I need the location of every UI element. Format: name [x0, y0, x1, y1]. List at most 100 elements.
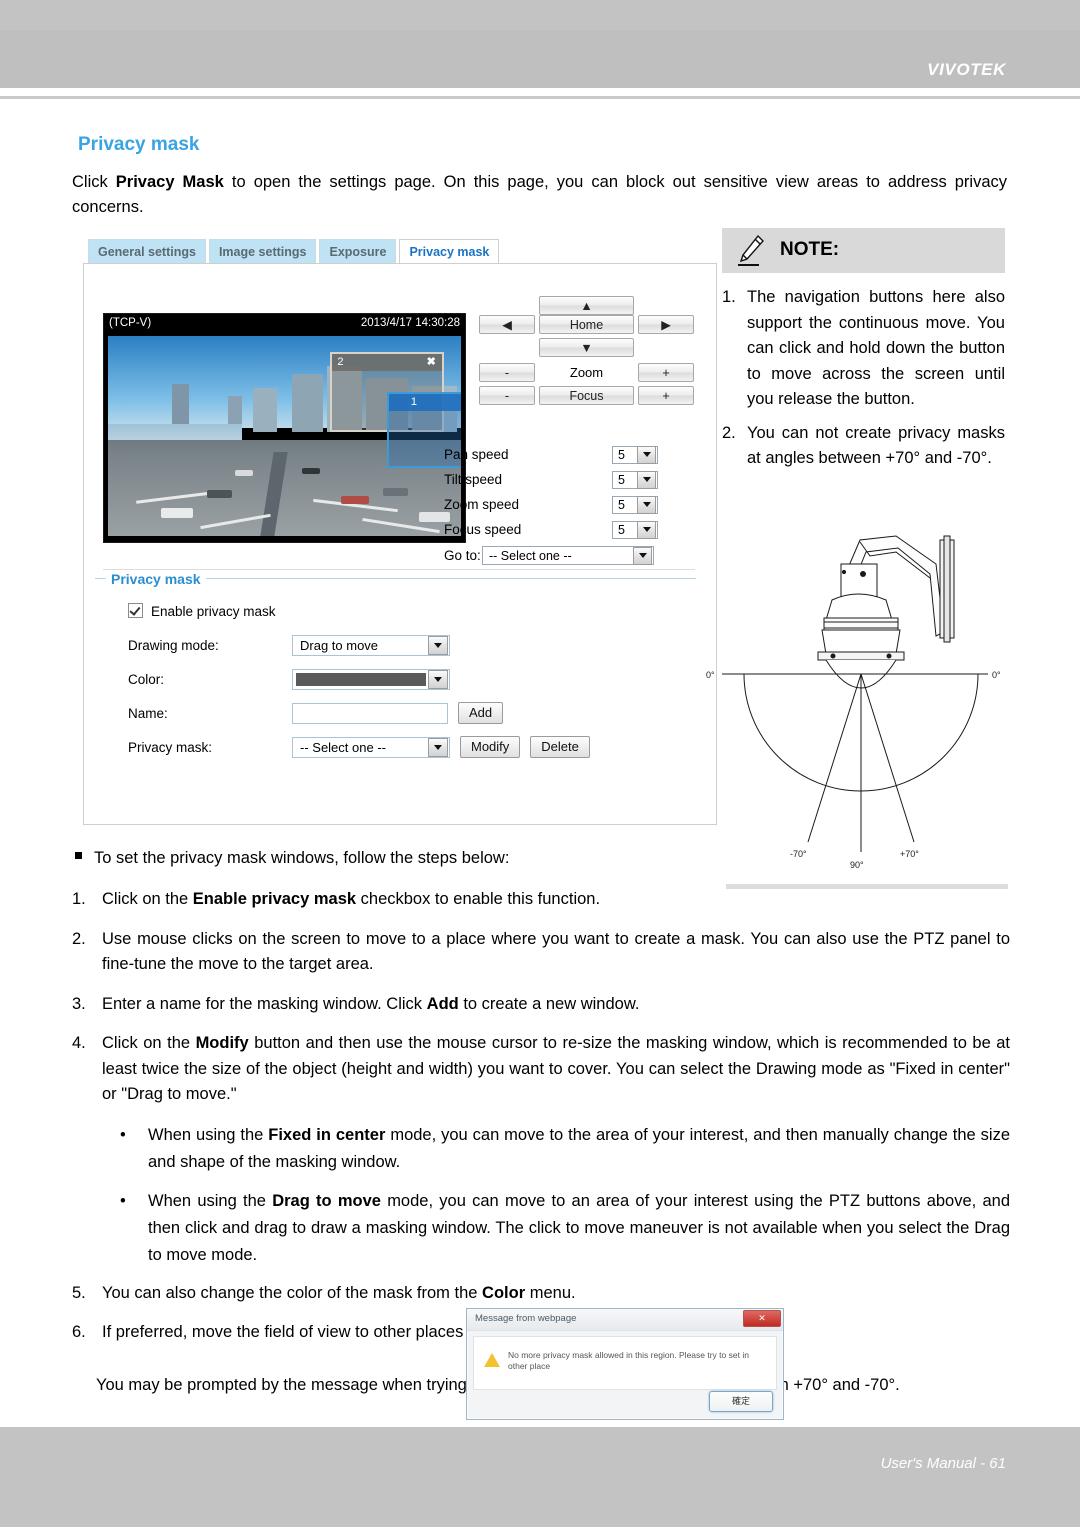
scene-car	[160, 508, 193, 518]
tab-privacy-mask[interactable]: Privacy mask	[399, 239, 500, 265]
checkbox-checked-icon[interactable]	[128, 603, 143, 618]
pan-speed-row: Pan speed 5	[444, 442, 702, 467]
step-6-number: 6.	[72, 1323, 86, 1341]
ptz-right-button[interactable]: ▶	[638, 315, 694, 334]
enable-privacy-mask-checkbox[interactable]: Enable privacy mask	[128, 603, 276, 619]
ptz-left-button[interactable]: ◀	[479, 315, 535, 334]
chevron-down-icon[interactable]	[428, 669, 448, 689]
intro-paragraph: Click Privacy Mask to open the settings …	[72, 170, 1007, 220]
goto-row: Go to: -- Select one --	[444, 546, 702, 565]
color-swatch	[296, 672, 426, 686]
intro-prefix: Click	[72, 173, 116, 191]
scene-car	[383, 488, 409, 496]
privacy-mask-select-value: -- Select one --	[300, 739, 386, 755]
dot-bullet-icon: •	[120, 1191, 126, 1210]
step-2-pre: Use mouse clicks on the screen to move t…	[102, 929, 1010, 974]
tab-image-settings[interactable]: Image settings	[208, 239, 317, 265]
color-select[interactable]	[292, 668, 450, 690]
zoom-speed-value: 5	[618, 497, 625, 512]
step-1-number: 1.	[72, 890, 86, 908]
tilt-speed-select[interactable]: 5	[612, 470, 658, 489]
tab-general-settings[interactable]: General settings	[88, 239, 206, 265]
chevron-down-icon[interactable]	[428, 737, 448, 757]
video-osd-bar: (TCP-V) 2013/4/17 14:30:28	[104, 314, 465, 334]
name-row: Name: Add	[128, 696, 648, 730]
zoom-out-button[interactable]: -	[479, 363, 535, 382]
scene-car	[340, 496, 370, 504]
note-item-number: 2.	[722, 423, 736, 442]
step-5: 5. You can also change the color of the m…	[72, 1281, 1010, 1307]
step-2-number: 2.	[72, 929, 86, 948]
color-row: Color:	[128, 662, 648, 696]
video-preview[interactable]: (TCP-V) 2013/4/17 14:30:28 2 ✖ 1	[103, 313, 466, 543]
ptz-speed-settings: Pan speed 5 Tilt speed 5 Zoom speed 5 Fo…	[444, 442, 702, 565]
chevron-down-icon[interactable]	[428, 635, 448, 655]
ptz-up-button[interactable]: ▲	[539, 296, 634, 315]
focus-speed-row: Focus speed 5	[444, 517, 702, 542]
stream-protocol-label: (TCP-V)	[109, 317, 152, 329]
chevron-down-icon[interactable]	[637, 520, 656, 539]
privacy-mask-window-1-header: 1 ✖	[388, 394, 461, 411]
diagram-label-right-zero: 0°	[992, 670, 1001, 680]
tab-exposure[interactable]: Exposure	[319, 239, 397, 265]
close-icon[interactable]: ✕	[743, 1310, 781, 1327]
delete-button[interactable]: Delete	[530, 736, 590, 758]
add-button[interactable]: Add	[458, 702, 504, 724]
drawing-mode-select[interactable]: Drag to move	[292, 634, 450, 656]
pencil-icon	[738, 234, 764, 266]
name-input[interactable]	[292, 702, 448, 724]
scene-car	[302, 468, 320, 474]
step-3-pre: Enter a name for the masking window. Cli…	[102, 994, 427, 1013]
chevron-down-icon[interactable]	[637, 445, 656, 464]
ptz-focus-row: - Focus +	[479, 386, 694, 405]
step-1-post: checkbox to enable this function.	[356, 890, 601, 908]
ptz-up-row: ▲	[479, 296, 694, 315]
zoom-label: Zoom	[569, 365, 604, 380]
focus-far-button[interactable]: +	[638, 386, 694, 405]
step-4-pre: Click on the	[102, 1034, 196, 1052]
chevron-down-icon[interactable]	[633, 546, 652, 565]
sub-2-bold: Drag to move	[272, 1191, 381, 1210]
focus-label-button[interactable]: Focus	[539, 386, 634, 405]
note-item: 2. You can not create privacy masks at a…	[722, 421, 1005, 472]
zoom-in-button[interactable]: +	[638, 363, 694, 382]
step-5-pre: You can also change the color of the mas…	[102, 1283, 483, 1302]
modify-button[interactable]: Modify	[460, 736, 521, 758]
focus-speed-value: 5	[618, 522, 625, 537]
header-divider	[0, 96, 1080, 99]
close-icon[interactable]: ✖	[427, 354, 436, 371]
diagram-label-left-zero: 0°	[706, 670, 715, 680]
focus-speed-select[interactable]: 5	[612, 520, 658, 539]
step-3: 3. Enter a name for the masking window. C…	[72, 992, 1010, 1018]
zoom-speed-select[interactable]: 5	[612, 495, 658, 514]
ptz-middle-row: ◀ Home ▶	[479, 315, 694, 334]
pan-speed-label: Pan speed	[444, 447, 509, 462]
goto-value: -- Select one --	[489, 548, 572, 563]
step-5-number: 5.	[72, 1283, 86, 1302]
step-3-bold: Add	[426, 994, 459, 1013]
tilt-speed-row: Tilt speed 5	[444, 467, 702, 492]
ptz-zoom-row: - Zoom +	[479, 363, 694, 382]
step-4-number: 4.	[72, 1034, 86, 1052]
warning-icon	[484, 1353, 500, 1367]
step-3-number: 3.	[72, 994, 86, 1013]
color-label: Color:	[128, 671, 165, 687]
ptz-down-button[interactable]: ▼	[539, 338, 634, 357]
dot-bullet-icon: •	[120, 1125, 126, 1144]
scene-building	[291, 374, 324, 432]
ptz-home-button[interactable]: Home	[539, 315, 634, 334]
note-box: NOTE: 1. The navigation buttons here als…	[722, 228, 1005, 480]
dialog-ok-button[interactable]: 確定	[709, 1391, 773, 1412]
chevron-down-icon[interactable]	[637, 495, 656, 514]
privacy-mask-select-row: Privacy mask: -- Select one -- Modify De…	[128, 730, 648, 764]
focus-near-button[interactable]: -	[479, 386, 535, 405]
sub-bullet-fixed-in-center: • When using the Fixed in center mode, yo…	[108, 1122, 1010, 1176]
page-footer-band: User's Manual - 61	[0, 1427, 1080, 1527]
steps-lead-text: To set the privacy mask windows, follow …	[94, 849, 510, 867]
privacy-mask-select[interactable]: -- Select one --	[292, 736, 450, 758]
goto-select[interactable]: -- Select one --	[482, 546, 654, 565]
scene-car	[206, 490, 232, 498]
sub-1-bold: Fixed in center	[268, 1125, 386, 1144]
pan-speed-select[interactable]: 5	[612, 445, 658, 464]
chevron-down-icon[interactable]	[637, 470, 656, 489]
